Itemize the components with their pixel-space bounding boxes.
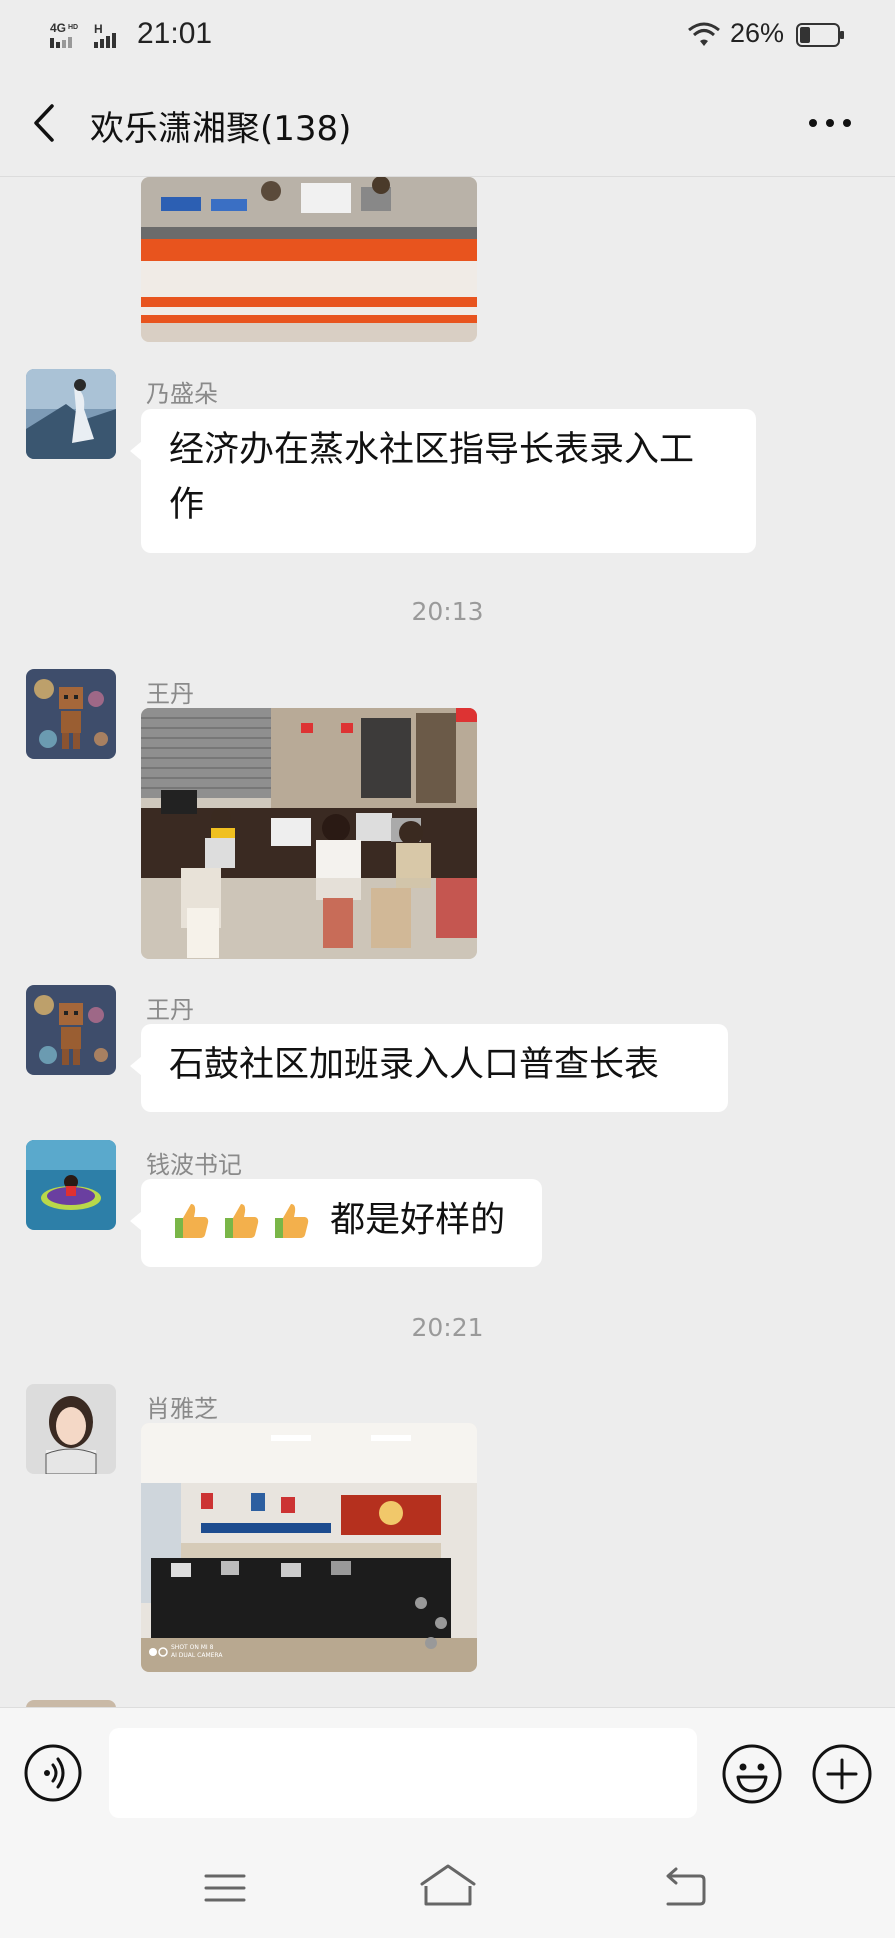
- input-bar: [0, 1707, 895, 1838]
- thumbs-up-icon: [175, 1204, 209, 1238]
- avatar[interactable]: [26, 369, 116, 459]
- avatar[interactable]: [26, 669, 116, 759]
- plus-icon[interactable]: [811, 1743, 873, 1805]
- emoji-icon[interactable]: [721, 1743, 783, 1805]
- signal-icon: 4G HD H: [50, 21, 116, 48]
- chat-title: 欢乐潇湘聚(138): [90, 109, 352, 149]
- sender-name: 乃盛朵: [146, 380, 218, 408]
- watermark-text: SHOT ON MI 8: [171, 1644, 214, 1651]
- avatar-image: [26, 1700, 116, 1707]
- avatar[interactable]: [26, 1700, 116, 1707]
- battery-icon: [796, 23, 844, 47]
- status-bar: 4G HD H 21:01 26%: [0, 0, 895, 70]
- home-icon[interactable]: [418, 1862, 478, 1908]
- system-nav-bar: [0, 1838, 895, 1938]
- avatar-image: [26, 985, 116, 1075]
- message-bubble[interactable]: 都是好样的: [130, 1179, 542, 1267]
- message-text: 经济办在蒸水社区指导长表录入工作: [169, 430, 695, 525]
- more-dots-icon[interactable]: [805, 108, 855, 138]
- message-text: 石鼓社区加班录入人口普查长表: [169, 1045, 660, 1085]
- battery-percent: 26%: [730, 18, 785, 48]
- message-text: 都是好样的: [330, 1200, 506, 1241]
- status-time: 21:01: [137, 17, 213, 50]
- timestamp: 20:21: [411, 1313, 484, 1342]
- svg-text:H: H: [94, 22, 103, 36]
- message-bubble[interactable]: 经济办在蒸水社区指导长表录入工作: [130, 409, 756, 553]
- service-hall-image: SHOT ON MI 8 AI DUAL CAMERA: [141, 1423, 477, 1672]
- avatar-image: [26, 1140, 116, 1230]
- message-image[interactable]: SHOT ON MI 8 AI DUAL CAMERA: [141, 1423, 477, 1672]
- avatar-image: [26, 1384, 116, 1474]
- thumbs-up-icon: [275, 1204, 309, 1238]
- message-bubble[interactable]: 石鼓社区加班录入人口普查长表: [130, 1024, 728, 1112]
- menu-icon[interactable]: [202, 1868, 248, 1908]
- message-image[interactable]: [141, 177, 477, 342]
- chat-header: 欢乐潇湘聚(138): [0, 70, 895, 177]
- voice-icon[interactable]: [23, 1743, 83, 1803]
- wifi-icon: [688, 22, 720, 46]
- svg-text:HD: HD: [68, 24, 78, 31]
- message-image[interactable]: [141, 708, 477, 959]
- message-input[interactable]: [109, 1728, 697, 1818]
- office-counter-image: [141, 177, 477, 342]
- back-icon[interactable]: [660, 1866, 708, 1908]
- sender-name: 王丹: [146, 680, 194, 708]
- timestamp: 20:13: [411, 597, 484, 626]
- avatar[interactable]: [26, 1384, 116, 1474]
- chevron-left-icon[interactable]: [24, 98, 64, 148]
- avatar-image: [26, 669, 116, 759]
- avatar-image: [26, 369, 116, 459]
- message-list[interactable]: 乃盛朵 经济办在蒸水社区指导长表录入工作 20:13 王丹 王丹 石鼓社区加班录…: [0, 177, 895, 1707]
- office-staff-image: [141, 708, 477, 959]
- thumbs-up-icon: [225, 1204, 259, 1238]
- svg-text:4G: 4G: [50, 21, 66, 35]
- avatar[interactable]: [26, 1140, 116, 1230]
- sender-name: 肖雅芝: [146, 1395, 218, 1423]
- avatar[interactable]: [26, 985, 116, 1075]
- watermark-text: AI DUAL CAMERA: [171, 1652, 223, 1659]
- sender-name: 钱波书记: [146, 1151, 242, 1179]
- sender-name: 王丹: [146, 996, 194, 1024]
